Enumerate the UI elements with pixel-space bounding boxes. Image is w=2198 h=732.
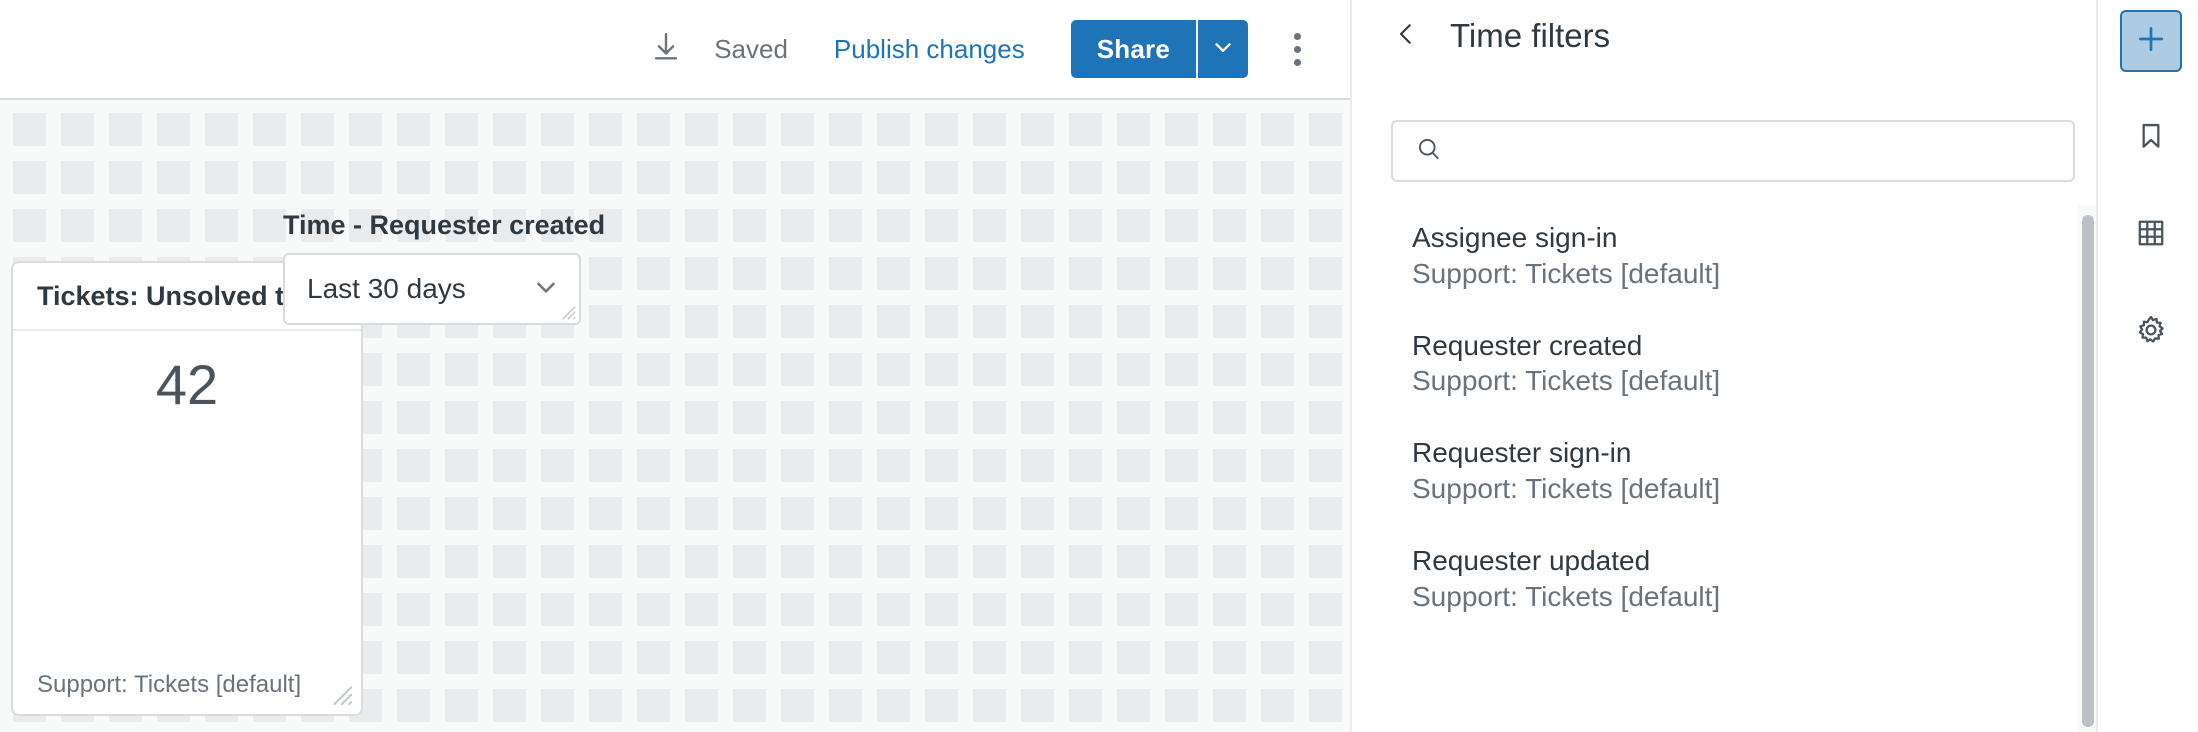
download-icon [649, 30, 683, 69]
filter-name: Assignee sign-in [1412, 222, 1618, 253]
time-filter-select[interactable]: Last 30 days [283, 253, 581, 325]
save-status-label: Saved [714, 33, 788, 64]
grid-icon [2135, 217, 2167, 254]
app-root: Saved Publish changes Share Tickets: Uns… [0, 0, 2198, 732]
time-filter-selected-value: Last 30 days [307, 273, 466, 304]
filter-dataset: Support: Tickets [default] [1412, 365, 1721, 397]
time-filters-list[interactable]: Assignee sign-in Support: Tickets [defau… [1354, 202, 2114, 732]
chevron-down-icon [531, 272, 561, 307]
filter-name: Requester sign-in [1412, 437, 1632, 469]
dashboard-card-unsolved-tickets[interactable]: Tickets: Unsolved tic... 42 Support: Tic… [11, 261, 363, 716]
panel-title: Time filters [1450, 17, 1611, 54]
panel-search-box[interactable] [1391, 120, 2075, 182]
dashboard-canvas-region: Saved Publish changes Share Tickets: Uns… [0, 0, 1352, 732]
bookmark-icon [2135, 120, 2167, 157]
download-button[interactable] [640, 23, 692, 75]
search-input[interactable] [1461, 135, 2041, 167]
filter-dataset: Support: Tickets [default] [1412, 473, 1721, 505]
filter-name: Requester created [1412, 329, 1643, 361]
time-filter-widget: Time - Requester created Last 30 days [283, 210, 606, 325]
list-item[interactable]: Assignee sign-in Support: Tickets [defau… [1354, 202, 2114, 310]
search-icon [1415, 135, 1443, 168]
panel-scrollbar-thumb[interactable] [2082, 215, 2094, 727]
gear-icon [2134, 313, 2168, 352]
panel-header: Time filters [1354, 0, 2114, 72]
panel-back-button[interactable] [1384, 14, 1428, 58]
filter-dataset: Support: Tickets [default] [1412, 257, 1721, 289]
time-filter-label: Time - Requester created [283, 210, 606, 240]
more-options-button[interactable] [1270, 22, 1324, 76]
time-filters-panel: Time filters Assignee sign-in Support: T… [1354, 0, 2114, 732]
share-button[interactable]: Share [1070, 20, 1196, 78]
card-dataset-label: Support: Tickets [default] [37, 671, 302, 698]
settings-button[interactable] [2120, 301, 2182, 363]
more-vertical-icon [1293, 32, 1301, 40]
chevron-down-icon [1210, 34, 1236, 65]
publish-changes-link[interactable]: Publish changes [808, 34, 1051, 65]
share-button-group: Share [1070, 20, 1248, 78]
card-metric-value: 42 [155, 353, 219, 416]
list-item[interactable]: Requester created Support: Tickets [defa… [1354, 310, 2114, 418]
list-item[interactable]: Requester updated Support: Tickets [defa… [1354, 525, 2114, 633]
datasets-button[interactable] [2120, 204, 2182, 266]
chevron-left-icon [1391, 19, 1421, 54]
dashboard-grid-canvas[interactable]: Tickets: Unsolved tic... 42 Support: Tic… [0, 100, 1350, 732]
add-widget-button[interactable] [2120, 10, 2182, 72]
right-icon-rail [2096, 0, 2198, 732]
filter-name: Requester updated [1412, 544, 1651, 576]
share-dropdown-button[interactable] [1196, 20, 1248, 78]
card-resize-handle[interactable] [327, 680, 353, 706]
time-filter-resize-handle[interactable] [558, 302, 576, 320]
list-item[interactable]: Requester sign-in Support: Tickets [defa… [1354, 417, 2114, 525]
bookmarks-button[interactable] [2120, 107, 2182, 169]
filter-dataset: Support: Tickets [default] [1412, 580, 1721, 612]
card-body: 42 [13, 331, 361, 653]
card-footer: Support: Tickets [default] [13, 656, 361, 714]
top-toolbar: Saved Publish changes Share [0, 0, 1350, 100]
plus-icon [2134, 22, 2168, 61]
